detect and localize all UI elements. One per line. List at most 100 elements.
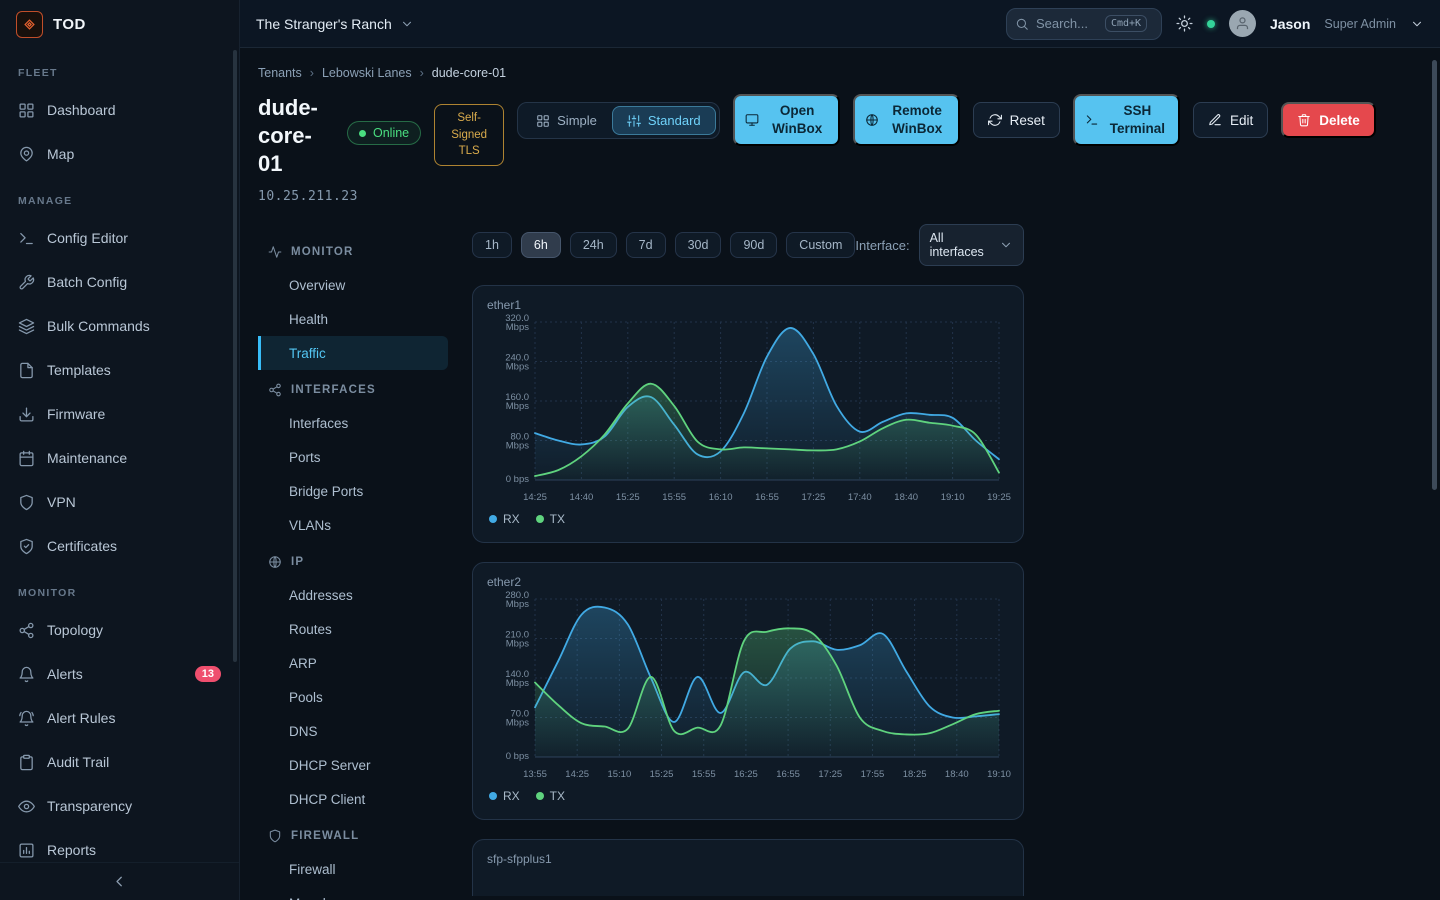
sidebar-item-config-editor[interactable]: Config Editor [0, 216, 239, 260]
subnav-item-traffic[interactable]: Traffic [258, 336, 448, 370]
svg-text:16:55: 16:55 [755, 492, 779, 503]
sidebar-item-templates[interactable]: Templates [0, 348, 239, 392]
delete-button[interactable]: Delete [1281, 102, 1376, 138]
sidebar-item-batch-config[interactable]: Batch Config [0, 260, 239, 304]
svg-text:15:10: 15:10 [607, 769, 631, 780]
subnav-item-ports[interactable]: Ports [258, 440, 448, 474]
pencil-icon [1208, 113, 1222, 127]
layers-icon [18, 318, 35, 335]
subnav-item-interfaces[interactable]: Interfaces [258, 406, 448, 440]
range-7d[interactable]: 7d [626, 232, 666, 258]
sidebar-item-maintenance[interactable]: Maintenance [0, 436, 239, 480]
sidebar-scrollbar[interactable] [233, 50, 237, 662]
subnav-item-overview[interactable]: Overview [258, 268, 448, 302]
svg-text:16:10: 16:10 [709, 492, 733, 503]
subnav-item-mangle[interactable]: Mangle [258, 886, 448, 900]
sidebar-item-transparency[interactable]: Transparency [0, 784, 239, 828]
range-custom[interactable]: Custom [786, 232, 855, 258]
svg-text:240.0Mbps: 240.0Mbps [505, 353, 529, 373]
svg-text:17:25: 17:25 [818, 769, 842, 780]
sidebar-item-certificates[interactable]: Certificates [0, 524, 239, 568]
interface-select[interactable]: All interfaces [919, 224, 1024, 266]
main-area: The Stranger's Ranch Cmd+K Jason Super A… [240, 0, 1440, 900]
subnav-item-arp[interactable]: ARP [258, 646, 448, 680]
range-90d[interactable]: 90d [730, 232, 777, 258]
subnav-item-dhcp-server[interactable]: DHCP Server [258, 748, 448, 782]
avatar[interactable] [1229, 10, 1256, 37]
svg-text:15:25: 15:25 [650, 769, 674, 780]
report-icon [18, 842, 35, 859]
subnav-item-addresses[interactable]: Addresses [258, 578, 448, 612]
sidebar-item-alert-rules[interactable]: Alert Rules [0, 696, 239, 740]
rx-dot-icon [489, 515, 497, 523]
window-scrollbar-thumb[interactable] [1432, 60, 1437, 490]
chart-interface-name: ether1 [487, 298, 1009, 312]
user-name: Jason [1270, 16, 1310, 32]
chevron-down-icon [400, 17, 414, 31]
svg-text:19:10: 19:10 [987, 769, 1011, 780]
view-toggle-simple[interactable]: Simple [521, 106, 612, 135]
view-toggle-standard[interactable]: Standard [612, 106, 716, 135]
sidebar-item-audit-trail[interactable]: Audit Trail [0, 740, 239, 784]
sidebar-item-firmware[interactable]: Firmware [0, 392, 239, 436]
subnav-item-routes[interactable]: Routes [258, 612, 448, 646]
svg-text:17:55: 17:55 [861, 769, 885, 780]
tenant-name: The Stranger's Ranch [256, 16, 392, 32]
chart-legend: RXTX [487, 789, 1009, 803]
sidebar-item-vpn[interactable]: VPN [0, 480, 239, 524]
bell-ring-icon [18, 710, 35, 727]
svg-text:0 bps: 0 bps [506, 474, 529, 485]
svg-text:16:55: 16:55 [776, 769, 800, 780]
open-winbox-button[interactable]: Open WinBox [733, 94, 840, 146]
nav-label: Batch Config [47, 274, 127, 290]
tenant-switcher[interactable]: The Stranger's Ranch [256, 16, 414, 32]
nav-label: Topology [47, 622, 103, 638]
range-30d[interactable]: 30d [675, 232, 722, 258]
range-6h[interactable]: 6h [521, 232, 561, 258]
theme-toggle-sun-icon[interactable] [1176, 15, 1193, 32]
svg-text:160.0Mbps: 160.0Mbps [505, 392, 529, 412]
breadcrumb-tenant-name[interactable]: Lebowski Lanes [322, 66, 412, 80]
shield-icon [18, 494, 35, 511]
range-24h[interactable]: 24h [570, 232, 617, 258]
breadcrumb: Tenants › Lebowski Lanes › dude-core-01 [258, 66, 1440, 80]
subnav-item-health[interactable]: Health [258, 302, 448, 336]
sidebar-collapse-button[interactable] [0, 862, 239, 900]
subnav-section-firewall: FIREWALL [258, 816, 448, 852]
app-name: TOD [53, 16, 86, 33]
breadcrumb-tenants[interactable]: Tenants [258, 66, 302, 80]
globe-icon [865, 113, 879, 127]
device-ip: 10.25.211.23 [258, 189, 334, 204]
user-role: Super Admin [1324, 17, 1396, 31]
search-field[interactable] [1036, 16, 1098, 31]
subnav-item-firewall[interactable]: Firewall [258, 852, 448, 886]
search-input[interactable]: Cmd+K [1006, 8, 1162, 40]
time-range-group: 1h 6h 24h 7d 30d 90d Custom [472, 232, 855, 258]
subnav-item-vlans[interactable]: VLANs [258, 508, 448, 542]
chevron-left-icon [111, 873, 128, 890]
nav-label: Map [47, 146, 74, 162]
subnav-item-dns[interactable]: DNS [258, 714, 448, 748]
sidebar-item-map[interactable]: Map [0, 132, 239, 176]
subnav-section-monitor: MONITOR [258, 232, 448, 268]
charts-toolbar: 1h 6h 24h 7d 30d 90d Custom Interface: A… [472, 224, 1024, 266]
range-1h[interactable]: 1h [472, 232, 512, 258]
legend-tx: TX [536, 789, 565, 803]
sidebar-item-dashboard[interactable]: Dashboard [0, 88, 239, 132]
nav-label: Templates [47, 362, 111, 378]
subnav-item-bridge-ports[interactable]: Bridge Ports [258, 474, 448, 508]
sidebar-item-topology[interactable]: Topology [0, 608, 239, 652]
svg-text:19:25: 19:25 [987, 492, 1011, 503]
subnav-item-dhcp-client[interactable]: DHCP Client [258, 782, 448, 816]
app-logo[interactable]: TOD [0, 0, 239, 48]
subnav-item-pools[interactable]: Pools [258, 680, 448, 714]
topology-icon [268, 383, 282, 397]
edit-button[interactable]: Edit [1193, 102, 1268, 138]
calendar-icon [18, 450, 35, 467]
reset-button[interactable]: Reset [973, 102, 1060, 138]
sidebar-item-alerts[interactable]: Alerts 13 [0, 652, 239, 696]
user-menu-chevron-icon[interactable] [1410, 17, 1424, 31]
remote-winbox-button[interactable]: Remote WinBox [853, 94, 960, 146]
ssh-terminal-button[interactable]: SSH Terminal [1073, 94, 1180, 146]
sidebar-item-bulk-commands[interactable]: Bulk Commands [0, 304, 239, 348]
